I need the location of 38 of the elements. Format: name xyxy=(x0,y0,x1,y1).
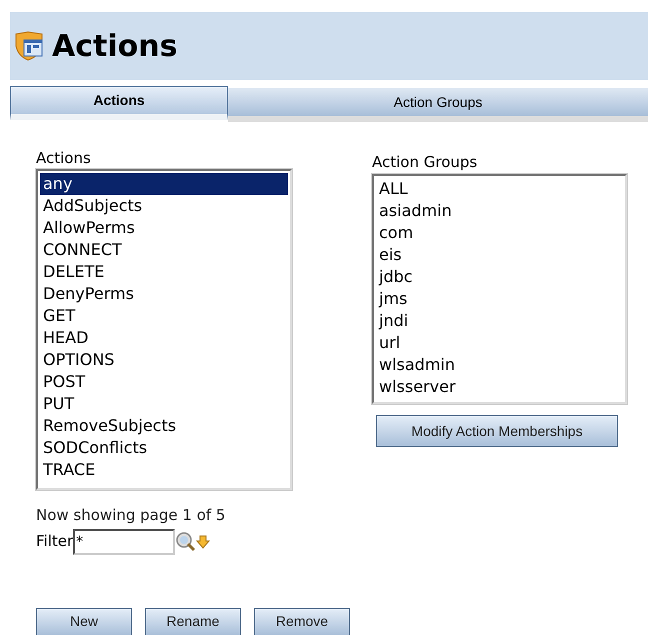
list-item[interactable]: PUT xyxy=(40,393,288,415)
list-item[interactable]: HEAD xyxy=(40,327,288,349)
down-arrow-icon[interactable] xyxy=(196,534,210,548)
list-item[interactable]: url xyxy=(376,332,623,354)
action-groups-label: Action Groups xyxy=(372,152,478,171)
list-item[interactable]: DenyPerms xyxy=(40,283,288,305)
search-icon[interactable] xyxy=(176,532,196,552)
list-item[interactable]: jdbc xyxy=(376,266,623,288)
page-title: Actions xyxy=(52,28,178,66)
list-item[interactable]: GET xyxy=(40,305,288,327)
paging-text: Now showing page 1 of 5 xyxy=(36,505,226,526)
list-item[interactable]: OPTIONS xyxy=(40,349,288,371)
list-item[interactable]: any xyxy=(40,173,288,195)
list-item[interactable]: DELETE xyxy=(40,261,288,283)
list-item[interactable]: AllowPerms xyxy=(40,217,288,239)
filter-field[interactable]: * xyxy=(73,528,176,554)
action-button[interactable]: New xyxy=(36,608,132,635)
list-item[interactable]: com xyxy=(376,222,623,244)
modify-memberships-button[interactable]: Modify Action Memberships xyxy=(376,415,618,447)
filter-label: Filter xyxy=(36,531,74,552)
list-item[interactable]: POST xyxy=(40,371,288,393)
list-item[interactable]: jms xyxy=(376,288,623,310)
list-item[interactable]: ALL xyxy=(376,178,623,200)
list-item[interactable]: jndi xyxy=(376,310,623,332)
tab[interactable]: Action Groups xyxy=(228,88,648,122)
list-item[interactable]: AddSubjects xyxy=(40,195,288,217)
action-button[interactable]: Remove xyxy=(254,608,350,635)
list-item[interactable]: wlsserver xyxy=(376,376,623,398)
list-item[interactable]: eis xyxy=(376,244,623,266)
list-item[interactable]: asiadmin xyxy=(376,200,623,222)
actions-label: Actions xyxy=(36,148,92,167)
list-item[interactable]: wlsadmin xyxy=(376,354,623,376)
list-item[interactable]: CONNECT xyxy=(40,239,288,261)
list-item[interactable]: RemoveSubjects xyxy=(40,415,288,437)
tab[interactable]: Actions xyxy=(10,86,228,120)
list-item[interactable]: SODConflicts xyxy=(40,437,288,459)
list-item[interactable]: TRACE xyxy=(40,459,288,481)
action-button[interactable]: Rename xyxy=(145,608,241,635)
